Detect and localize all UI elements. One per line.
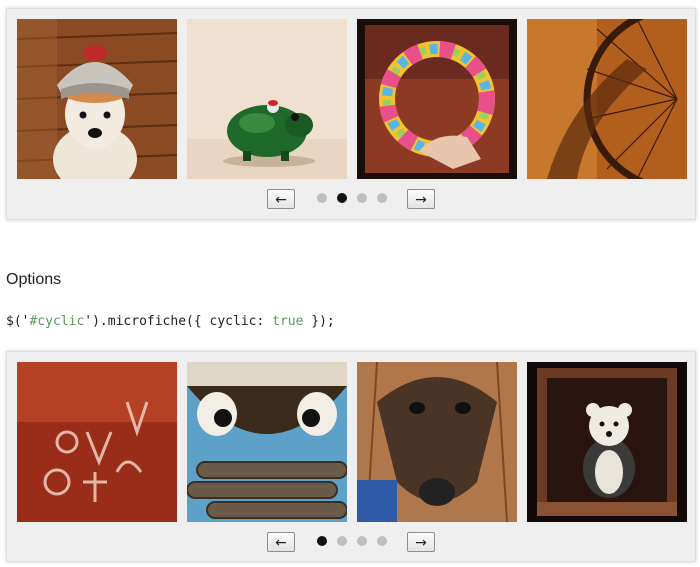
photo-vacuum-face	[187, 362, 347, 522]
next-button[interactable]: →	[407, 189, 435, 209]
carousel-strip	[17, 362, 687, 522]
page-dot-4[interactable]	[377, 536, 387, 546]
code-suffix: });	[303, 314, 335, 329]
page-dot-3[interactable]	[357, 193, 367, 203]
page-dot-4[interactable]	[377, 193, 387, 203]
photo-dog-with-hat	[17, 19, 177, 179]
photo-green-piggy-bank	[187, 19, 347, 179]
carousel-cyclic: ← →	[6, 351, 696, 562]
code-value: true	[272, 314, 304, 329]
photo-bicycle-wheel	[527, 19, 687, 179]
page-dot-3[interactable]	[357, 536, 367, 546]
options-heading: Options	[6, 271, 62, 288]
photo-glass-letters	[17, 362, 177, 522]
carousel-controls: ← →	[7, 532, 697, 554]
next-button[interactable]: →	[407, 532, 435, 552]
code-prefix: $('	[6, 314, 30, 329]
code-example: $('#cyclic').microfiche({ cyclic: true }…	[6, 314, 335, 329]
page-dot-1[interactable]	[317, 193, 327, 203]
prev-button[interactable]: ←	[267, 532, 295, 552]
carousel-default: ← →	[6, 8, 696, 220]
carousel-strip	[17, 19, 687, 179]
photo-paper-ring	[357, 19, 517, 179]
photo-ceramic-bear	[527, 362, 687, 522]
carousel-controls: ← →	[7, 189, 697, 211]
code-selector: #cyclic	[29, 314, 85, 329]
page-dot-2[interactable]	[337, 536, 347, 546]
code-middle: ').microfiche({ cyclic:	[84, 314, 273, 329]
page-dot-1-active[interactable]	[317, 536, 327, 546]
page-dot-2-active[interactable]	[337, 193, 347, 203]
prev-button[interactable]: ←	[267, 189, 295, 209]
photo-greyhound	[357, 362, 517, 522]
